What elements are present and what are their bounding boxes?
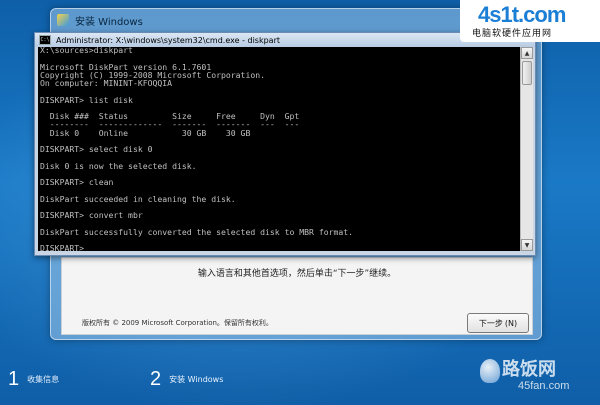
watermark-logo-icon xyxy=(480,359,500,383)
step-install-windows: 2 安装 Windows xyxy=(150,368,223,391)
step-label: 收集信息 xyxy=(27,375,60,384)
watermark-subtitle: 电脑软硬件应用网 xyxy=(472,29,553,39)
cmd-title: Administrator: X:\windows\system32\cmd.e… xyxy=(56,35,280,45)
windows-setup-icon xyxy=(57,14,69,26)
next-button-label: 下一步 xyxy=(478,318,503,328)
step-label: 安装 Windows xyxy=(169,375,224,384)
step-number: 1 xyxy=(8,368,20,390)
console-line: DiskPart successfully converted the sele… xyxy=(40,226,354,237)
next-button-accelerator: (N) xyxy=(504,318,518,328)
watermark-url: 45fan.com xyxy=(518,380,570,392)
setup-title: 安装 Windows xyxy=(75,16,143,28)
step-collect-info: 1 收集信息 xyxy=(8,368,59,391)
watermark-bottom-right: 路饭网 45fan.com xyxy=(478,355,598,400)
console-line: DiskPart succeeded in cleaning the disk. xyxy=(40,193,236,204)
console-line: DISKPART> list disk xyxy=(40,94,133,105)
watermark-top-right: 4s1t.com 电脑软硬件应用网 xyxy=(460,0,600,42)
console-output[interactable]: X:\sources>diskpart Microsoft DiskPart v… xyxy=(38,47,520,251)
cmd-window[interactable]: C:\ Administrator: X:\windows\system32\c… xyxy=(34,32,536,256)
console-line: On computer: MININT-KFOQQIA xyxy=(40,78,173,88)
scroll-down-icon[interactable]: ▼ xyxy=(521,239,533,251)
console-text: X:\sources>diskpart Microsoft DiskPart v… xyxy=(40,47,353,251)
console-line: DISKPART> xyxy=(40,243,85,251)
console-line: DISKPART> select disk 0 xyxy=(40,144,153,154)
next-button[interactable]: 下一步 (N) xyxy=(467,313,529,333)
setup-copyright: 版权所有 © 2009 Microsoft Corporation。保留所有权利… xyxy=(82,319,273,327)
scrollbar-thumb[interactable] xyxy=(522,61,532,85)
watermark-logo: 4s1t.com xyxy=(478,2,566,27)
console-line: Disk 0 is now the selected disk. xyxy=(40,160,197,171)
setup-instruction: 输入语言和其他首选项，然后单击“下一步”继续。 xyxy=(197,269,397,279)
console-line: DISKPART> clean xyxy=(40,177,114,187)
step-number: 2 xyxy=(150,368,162,390)
console-line: Disk 0 Online 30 GB 30 GB xyxy=(40,127,251,138)
console-line: X:\sources>diskpart xyxy=(40,47,133,55)
cmd-icon: C:\ xyxy=(39,35,51,45)
watermark-main: 路饭网 xyxy=(502,359,556,380)
console-line: DISKPART> convert mbr xyxy=(40,210,143,220)
vertical-scrollbar[interactable]: ▲ ▼ xyxy=(520,47,533,251)
setup-panel: 输入语言和其他首选项，然后单击“下一步”继续。 版权所有 © 2009 Micr… xyxy=(61,257,533,335)
scroll-up-icon[interactable]: ▲ xyxy=(521,47,533,59)
